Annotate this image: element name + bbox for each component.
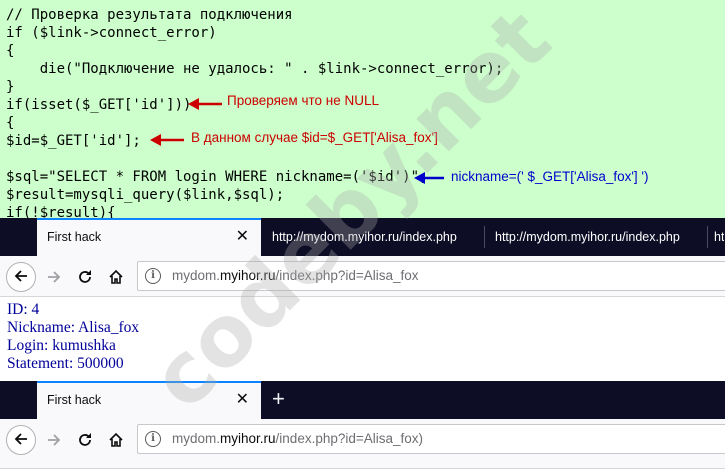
url-domain: myihor.ru xyxy=(220,431,276,446)
home-icon[interactable] xyxy=(102,426,130,454)
result-statement: Statement: 500000 xyxy=(7,355,124,372)
url-domain-prefix: mydom. xyxy=(172,268,221,283)
code-line-4: die("Подключение не удалось: " . $link->… xyxy=(6,61,504,77)
back-arrow-icon[interactable] xyxy=(6,425,36,455)
home-icon[interactable] xyxy=(102,263,130,291)
tab-bar: First hack ✕ + xyxy=(0,381,725,419)
code-line-11: $result=mysqli_query($link,$sql); xyxy=(6,187,285,203)
page-content: ID: 4 Nickname: Alisa_fox Login: kumushk… xyxy=(0,297,725,379)
red-arrow-icon xyxy=(150,134,184,146)
code-screenshot-panel: // Проверка результата подключения if ($… xyxy=(0,0,725,218)
tab-first-hack[interactable]: First hack ✕ xyxy=(37,381,261,419)
reload-icon[interactable] xyxy=(71,426,99,454)
tab-label: First hack xyxy=(47,230,102,244)
url-path: /index.php?id=Alisa_fox) xyxy=(275,431,424,446)
close-icon[interactable]: ✕ xyxy=(236,218,249,256)
reload-icon[interactable] xyxy=(71,263,99,291)
url-bar[interactable]: i mydom.myihor.ru/index.php?id=Alisa_fox… xyxy=(137,424,725,454)
annotation-not-null: Проверяем что не NULL xyxy=(227,93,380,108)
tab-first-hack[interactable]: First hack ✕ xyxy=(37,218,261,256)
info-icon[interactable]: i xyxy=(145,268,161,284)
code-line-1: // Проверка результата подключения xyxy=(6,7,293,23)
forward-arrow-icon[interactable] xyxy=(40,263,68,291)
blue-arrow-icon xyxy=(414,172,444,184)
url-text[interactable]: mydom.myihor.ru/index.php?id=Alisa_fox) xyxy=(172,425,423,453)
tab-label: http://mydom.myihor.ru/index.php xyxy=(495,230,680,244)
code-line-7: { xyxy=(6,115,15,131)
annotation-nickname: nickname=(' $_GET['Alisa_fox'] ') xyxy=(451,169,649,184)
url-domain: myihor.ru xyxy=(220,268,276,283)
tab-label: ht xyxy=(714,230,725,244)
url-domain-prefix: mydom. xyxy=(172,431,221,446)
code-line-6: if(isset($_GET['id'])) xyxy=(6,97,192,113)
close-icon[interactable]: ✕ xyxy=(236,381,249,419)
code-line-10: $sql="SELECT * FROM login WHERE nickname… xyxy=(6,169,428,185)
code-line-12: if(!$result){ xyxy=(6,205,116,218)
result-nickname: Nickname: Alisa_fox xyxy=(7,319,140,336)
navigation-toolbar: i mydom.myihor.ru/index.php?id=Alisa_fox xyxy=(0,256,725,297)
url-bar[interactable]: i mydom.myihor.ru/index.php?id=Alisa_fox xyxy=(137,261,725,291)
back-arrow-icon[interactable] xyxy=(6,262,36,292)
url-text[interactable]: mydom.myihor.ru/index.php?id=Alisa_fox xyxy=(172,262,419,290)
info-icon[interactable]: i xyxy=(145,431,161,447)
tab-label: http://mydom.myihor.ru/index.php xyxy=(272,230,457,244)
code-line-2: if ($link->connect_error) xyxy=(6,25,217,41)
tab-url-3[interactable]: ht xyxy=(708,218,725,256)
url-path: /index.php?id=Alisa_fox xyxy=(275,268,419,283)
red-arrow-icon xyxy=(188,98,222,110)
code-line-8: $id=$_GET['id']; xyxy=(6,133,141,149)
code-line-3: { xyxy=(6,43,15,59)
forward-arrow-icon[interactable] xyxy=(40,426,68,454)
tab-url-2[interactable]: http://mydom.myihor.ru/index.php xyxy=(485,218,707,256)
code-line-5: } xyxy=(6,79,15,95)
result-login: Login: kumushka xyxy=(7,337,116,354)
tab-label: First hack xyxy=(47,393,102,407)
tab-bar: First hack ✕ http://mydom.myihor.ru/inde… xyxy=(0,218,725,256)
new-tab-button[interactable]: + xyxy=(272,381,285,419)
result-id: ID: 4 xyxy=(7,301,40,318)
navigation-toolbar: i mydom.myihor.ru/index.php?id=Alisa_fox… xyxy=(0,419,725,469)
annotation-id-assign: В данном случае $id=$_GET['Alisa_fox'] xyxy=(191,130,438,145)
tab-url-1[interactable]: http://mydom.myihor.ru/index.php xyxy=(262,218,484,256)
